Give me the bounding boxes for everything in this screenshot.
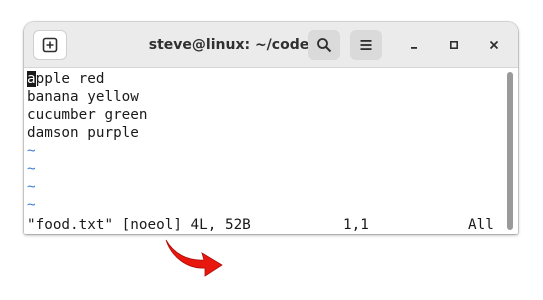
title-bar[interactable]: steve@linux: ~/code xyxy=(24,22,518,68)
empty-line-marker: ~ xyxy=(27,143,36,159)
search-icon xyxy=(317,38,332,53)
vertical-scrollbar[interactable] xyxy=(507,72,513,230)
new-tab-icon xyxy=(42,37,58,53)
window-title: steve@linux: ~/code xyxy=(148,37,310,53)
close-button[interactable] xyxy=(482,33,506,57)
text-cursor: a xyxy=(27,71,36,87)
maximize-icon xyxy=(449,40,459,50)
empty-line-marker: ~ xyxy=(27,179,36,195)
text-line: banana yellow xyxy=(27,89,139,105)
text-line: damson purple xyxy=(27,125,139,141)
status-cursor-position: 1,1 xyxy=(343,217,369,233)
status-scroll-position: All xyxy=(468,217,494,233)
hamburger-menu-icon xyxy=(360,40,372,50)
line-text: pple red xyxy=(35,71,105,87)
terminal-content[interactable]: apple red banana yellow cucumber green d… xyxy=(24,68,518,234)
terminal-window: steve@linux: ~/code apple red banana yel… xyxy=(24,22,518,234)
search-button[interactable] xyxy=(308,30,340,60)
status-file-info: "food.txt" [noeol] 4L, 52B xyxy=(27,217,251,233)
empty-line-marker: ~ xyxy=(27,161,36,177)
text-line: apple red xyxy=(27,70,104,88)
maximize-button[interactable] xyxy=(442,33,466,57)
main-menu-button[interactable] xyxy=(350,30,382,60)
minimize-icon xyxy=(411,47,417,49)
close-icon xyxy=(489,40,499,50)
text-line: cucumber green xyxy=(27,107,148,123)
empty-line-marker: ~ xyxy=(27,197,36,213)
minimize-button[interactable] xyxy=(402,33,426,57)
new-tab-button[interactable] xyxy=(33,30,67,60)
curved-arrow-icon xyxy=(165,239,223,277)
